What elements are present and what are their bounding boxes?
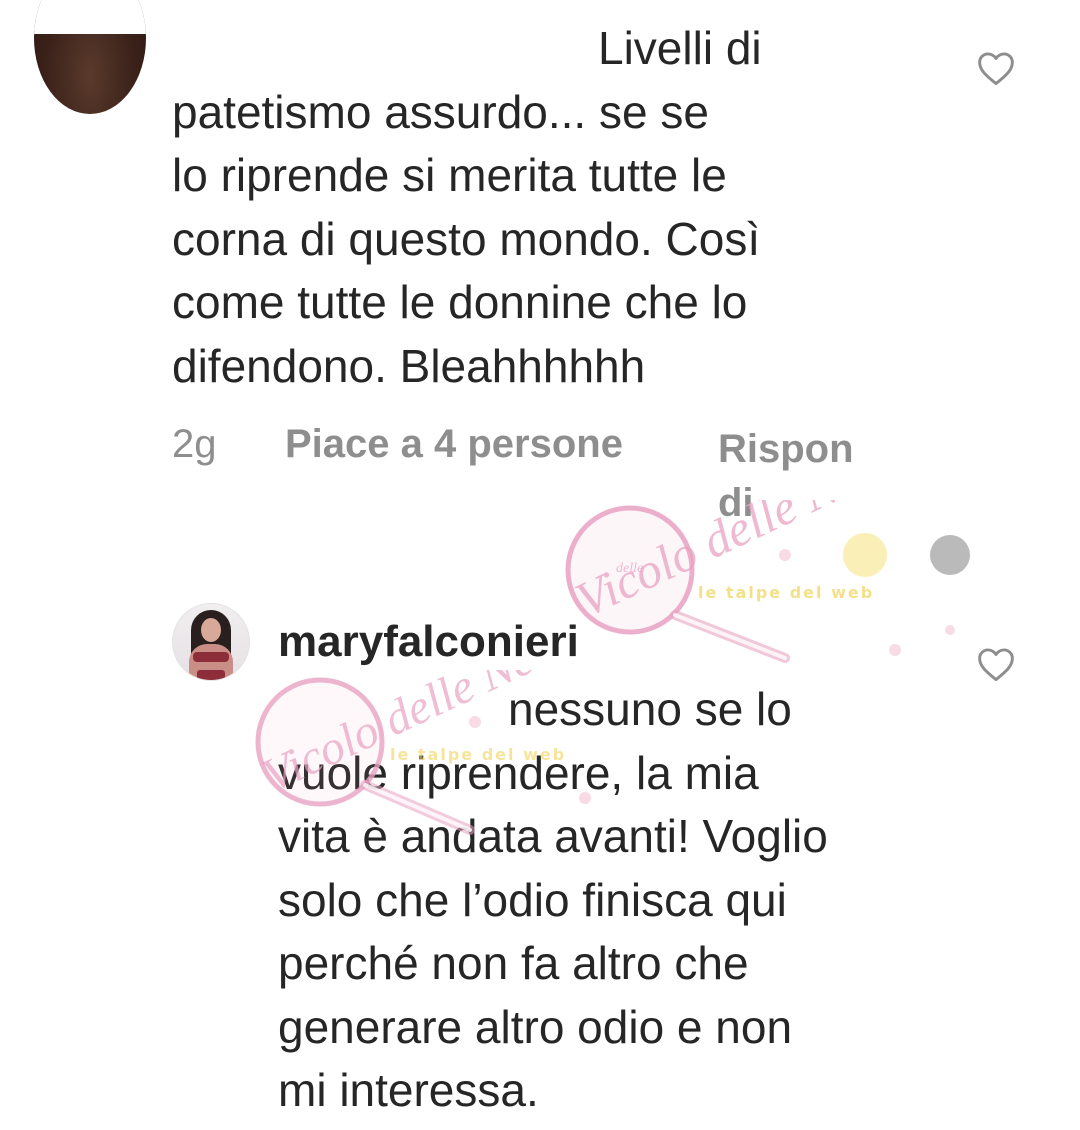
comment-line: lo riprende si merita tutte le xyxy=(172,149,727,201)
comment-text: nessuno se lo vuole riprendere, la mia v… xyxy=(278,678,958,1123)
comment-line: vuole riprendere, la mia xyxy=(278,746,759,799)
comment-text: Livelli di patetismo assurdo... se se lo… xyxy=(172,17,862,398)
comment-timestamp: 2g xyxy=(172,422,217,466)
comment-line: generare altro odio e non xyxy=(278,1000,793,1053)
watermark-tagline: le talpe del web xyxy=(698,583,874,602)
comment-line: difendono. Bleahhhhhh xyxy=(172,339,646,392)
avatar-top xyxy=(193,652,229,662)
comment-line: Livelli di xyxy=(598,22,762,74)
comment-line: solo che l’odio finisca qui xyxy=(278,873,787,926)
like-heart-icon[interactable] xyxy=(976,646,1016,682)
likes-count-link[interactable]: Piace a 4 persone xyxy=(285,422,623,467)
comment-username[interactable]: maryfalconieri xyxy=(278,617,579,667)
reply-label-line: di xyxy=(718,481,754,525)
comment-line: patetismo assurdo... se se xyxy=(172,85,709,138)
reply-label-line: Rispon xyxy=(718,427,854,471)
comment-line: corna di questo mondo. Così xyxy=(172,212,761,265)
avatar-face xyxy=(201,618,221,642)
avatar-bottom xyxy=(197,670,225,680)
like-heart-icon[interactable] xyxy=(976,50,1016,86)
comment-line: nessuno se lo xyxy=(508,683,792,735)
reply-button[interactable]: Rispon di xyxy=(718,422,878,530)
watermark-brand-small: delle xyxy=(616,561,643,576)
comment-line: come tutte le donnine che lo xyxy=(172,276,748,328)
comment-line: mi interessa. xyxy=(278,1064,539,1116)
maryfalconieri-avatar-icon[interactable] xyxy=(172,603,250,681)
comment-line: perché non fa altro che xyxy=(278,937,749,989)
commenter-avatar[interactable] xyxy=(34,0,146,114)
comment-line: vita è andata avanti! Voglio xyxy=(278,810,828,862)
